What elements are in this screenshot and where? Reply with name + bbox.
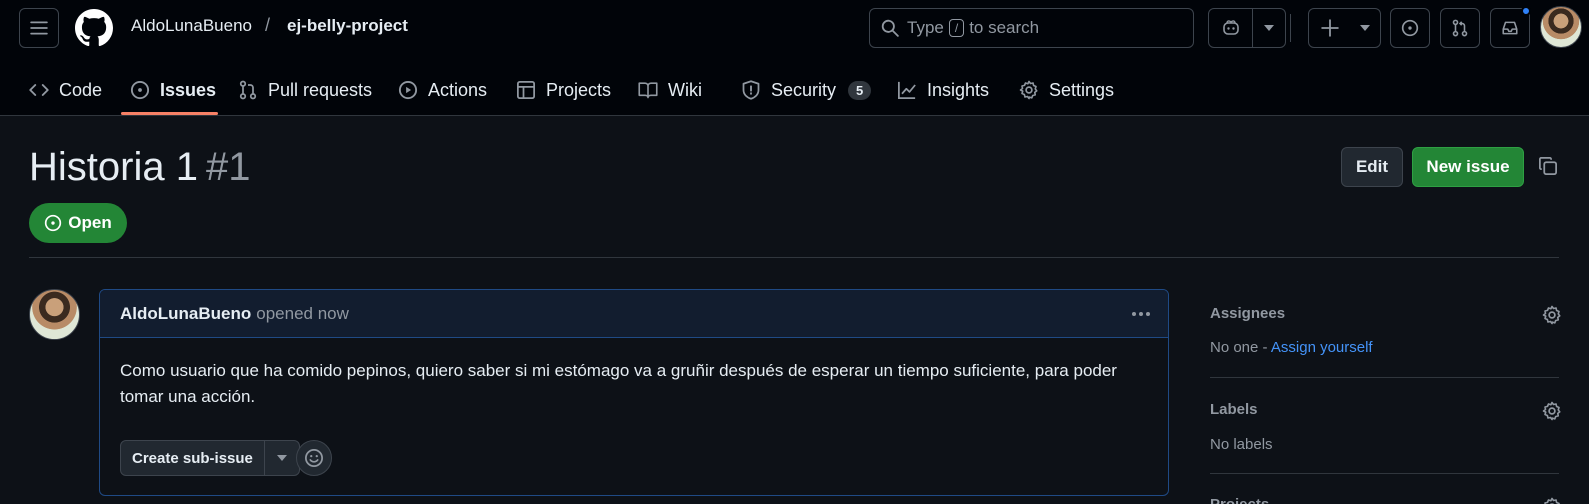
menu-button[interactable]	[19, 8, 59, 48]
repo-owner-link[interactable]: AldoLunaBueno	[131, 16, 252, 36]
tab-label: Projects	[546, 79, 612, 100]
comment-timestamp: opened now	[256, 303, 349, 323]
tab-issues[interactable]: Issues	[130, 64, 216, 116]
tab-label: Insights	[927, 79, 990, 100]
tab-label: Wiki	[668, 79, 702, 100]
table-icon	[516, 80, 536, 100]
labels-heading[interactable]: Labels	[1210, 401, 1258, 418]
issue-title-text: Historia 1	[29, 145, 198, 189]
issue-comment: AldoLunaBueno opened now Como usuario qu…	[99, 289, 1169, 496]
search-icon	[881, 19, 899, 37]
gear-icon[interactable]	[1542, 401, 1562, 421]
search-input[interactable]: Type / to search	[869, 8, 1194, 48]
issue-opened-icon	[1401, 19, 1419, 37]
pull-request-icon	[1451, 19, 1469, 37]
projects-heading[interactable]: Projects	[1210, 496, 1269, 504]
assign-yourself-link[interactable]: Assign yourself	[1271, 339, 1373, 356]
tab-label: Code	[59, 79, 103, 100]
code-icon	[29, 80, 49, 100]
gear-icon[interactable]	[1542, 305, 1562, 325]
status-badge: Open	[29, 203, 127, 243]
copilot-dropdown-button[interactable]	[1253, 9, 1285, 47]
comment-header: AldoLunaBueno opened now	[100, 290, 1168, 338]
assignees-value: No one - Assign yourself	[1210, 339, 1373, 356]
sidebar-divider	[1210, 473, 1559, 474]
tab-label: Pull requests	[268, 79, 373, 100]
triangle-down-icon	[1360, 25, 1370, 31]
comment-author-link[interactable]: AldoLunaBueno	[120, 304, 251, 324]
search-placeholder-after: to search	[969, 18, 1040, 37]
search-placeholder-before: Type	[907, 18, 944, 37]
issue-title: Historia 1 #1	[29, 145, 250, 190]
edit-button[interactable]: Edit	[1341, 147, 1403, 187]
issue-opened-icon	[44, 214, 62, 232]
search-shortcut-key: /	[948, 19, 965, 37]
tab-projects[interactable]: Projects	[516, 64, 611, 116]
triangle-down-icon	[276, 455, 287, 461]
create-new-button[interactable]	[1308, 8, 1381, 48]
labels-value: No labels	[1210, 436, 1273, 453]
gear-icon	[1019, 80, 1039, 100]
comment-body: Como usuario que ha comido pepinos, quie…	[120, 361, 1117, 406]
header-divider-line	[29, 257, 1559, 258]
assignees-none-text: No one -	[1210, 339, 1268, 356]
tab-code[interactable]: Code	[29, 64, 102, 116]
user-avatar[interactable]	[1540, 6, 1582, 48]
add-reaction-button[interactable]	[296, 440, 332, 476]
hamburger-icon	[30, 19, 48, 37]
copilot-button[interactable]	[1209, 9, 1253, 47]
tab-wiki[interactable]: Wiki	[638, 64, 702, 116]
tab-label: Actions	[428, 79, 488, 100]
copilot-button-group	[1208, 8, 1286, 48]
play-icon	[398, 80, 418, 100]
new-issue-button[interactable]: New issue	[1412, 147, 1524, 187]
assignees-heading[interactable]: Assignees	[1210, 305, 1285, 322]
tab-settings[interactable]: Settings	[1019, 64, 1114, 116]
tab-pull-requests[interactable]: Pull requests	[238, 64, 372, 116]
tab-label: Settings	[1049, 79, 1115, 100]
kebab-menu-icon[interactable]	[1130, 304, 1152, 324]
issue-opened-icon	[130, 80, 150, 100]
create-sub-issue-group: Create sub-issue	[120, 440, 300, 476]
your-issues-button[interactable]	[1390, 8, 1430, 48]
repo-name-link[interactable]: ej-belly-project	[287, 16, 408, 36]
book-icon	[638, 80, 658, 100]
author-avatar[interactable]	[29, 289, 80, 340]
plus-icon	[1321, 19, 1339, 37]
github-logo[interactable]	[75, 9, 113, 47]
shield-icon	[741, 80, 761, 100]
graph-icon	[897, 80, 917, 100]
tab-security[interactable]: Security 5	[741, 64, 872, 116]
gear-icon[interactable]	[1542, 497, 1562, 504]
tab-actions[interactable]: Actions	[398, 64, 487, 116]
pull-request-icon	[238, 80, 258, 100]
tab-insights[interactable]: Insights	[897, 64, 989, 116]
notification-dot	[1521, 6, 1531, 16]
copy-icon[interactable]	[1538, 156, 1558, 176]
create-sub-issue-dropdown[interactable]	[265, 441, 299, 475]
issue-number: #1	[205, 145, 251, 189]
security-count-badge: 5	[848, 80, 872, 100]
triangle-down-icon	[1264, 25, 1274, 31]
copilot-icon	[1221, 18, 1241, 38]
status-label: Open	[68, 213, 112, 232]
breadcrumb-separator: /	[265, 15, 271, 35]
tab-label: Security	[771, 79, 837, 100]
create-sub-issue-button[interactable]: Create sub-issue	[121, 441, 265, 475]
smiley-icon	[304, 448, 324, 468]
header-divider	[1290, 14, 1291, 42]
active-tab-indicator	[121, 112, 218, 115]
your-pull-requests-button[interactable]	[1440, 8, 1480, 48]
inbox-icon	[1501, 19, 1519, 37]
tab-label: Issues	[160, 79, 217, 100]
sidebar-divider	[1210, 377, 1559, 378]
